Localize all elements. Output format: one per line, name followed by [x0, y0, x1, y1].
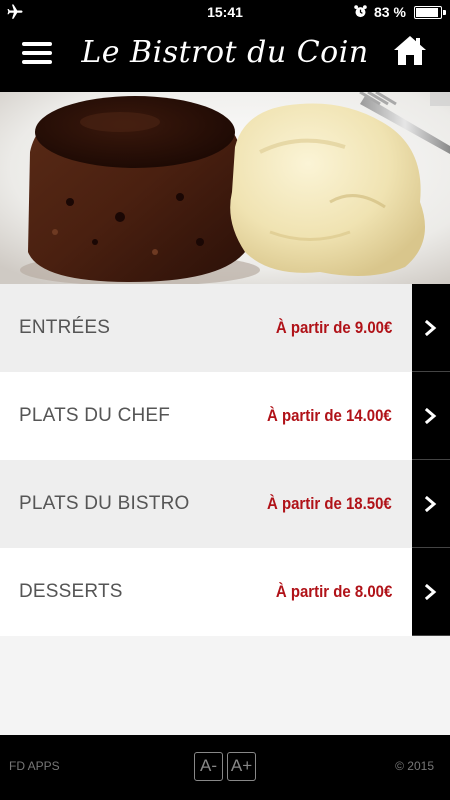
menu-category-list: ENTRÉES À partir de 9.00€ PLATS DU CHEF …	[0, 284, 450, 636]
hamburger-menu-icon[interactable]	[18, 36, 58, 76]
status-bar: 15:41 83 %	[0, 0, 450, 24]
chevron-right-icon[interactable]	[412, 284, 450, 372]
font-increase-button[interactable]: A+	[227, 752, 256, 781]
font-decrease-button[interactable]: A-	[194, 752, 223, 781]
alarm-icon	[354, 5, 367, 18]
menu-row-price: À partir de 18.50€	[267, 494, 392, 513]
footer-copyright: © 2015	[395, 759, 434, 773]
menu-row-plats-du-chef[interactable]: PLATS DU CHEF À partir de 14.00€	[0, 372, 450, 460]
menu-row-label: PLATS DU BISTRO	[19, 493, 190, 514]
battery-tip	[443, 10, 446, 15]
app-title: Le Bistrot du Coin	[81, 35, 369, 70]
app-header: Le Bistrot du Coin	[0, 24, 450, 92]
menu-row-label: DESSERTS	[19, 581, 123, 602]
menu-row-price: À partir de 14.00€	[267, 406, 392, 425]
app-footer: FD APPS A- A+ © 2015	[0, 735, 450, 800]
home-icon[interactable]	[392, 32, 428, 68]
menu-row-price: À partir de 9.00€	[275, 318, 392, 337]
menu-row-desserts[interactable]: DESSERTS À partir de 8.00€	[0, 548, 450, 636]
battery-icon	[414, 6, 442, 19]
chevron-right-icon[interactable]	[412, 460, 450, 548]
chevron-right-icon[interactable]	[412, 372, 450, 460]
dessert-illustration	[0, 92, 450, 284]
chevron-right-icon[interactable]	[412, 548, 450, 636]
menu-row-plats-du-bistro[interactable]: PLATS DU BISTRO À partir de 18.50€	[0, 460, 450, 548]
dessert-photo	[0, 92, 450, 284]
menu-row-label: ENTRÉES	[19, 317, 111, 338]
menu-row-price: À partir de 8.00€	[275, 582, 392, 601]
menu-row-label: PLATS DU CHEF	[19, 405, 171, 426]
battery-percent: 83 %	[374, 4, 406, 20]
footer-brand: FD APPS	[9, 759, 60, 773]
menu-row-entrees[interactable]: ENTRÉES À partir de 9.00€	[0, 284, 450, 372]
